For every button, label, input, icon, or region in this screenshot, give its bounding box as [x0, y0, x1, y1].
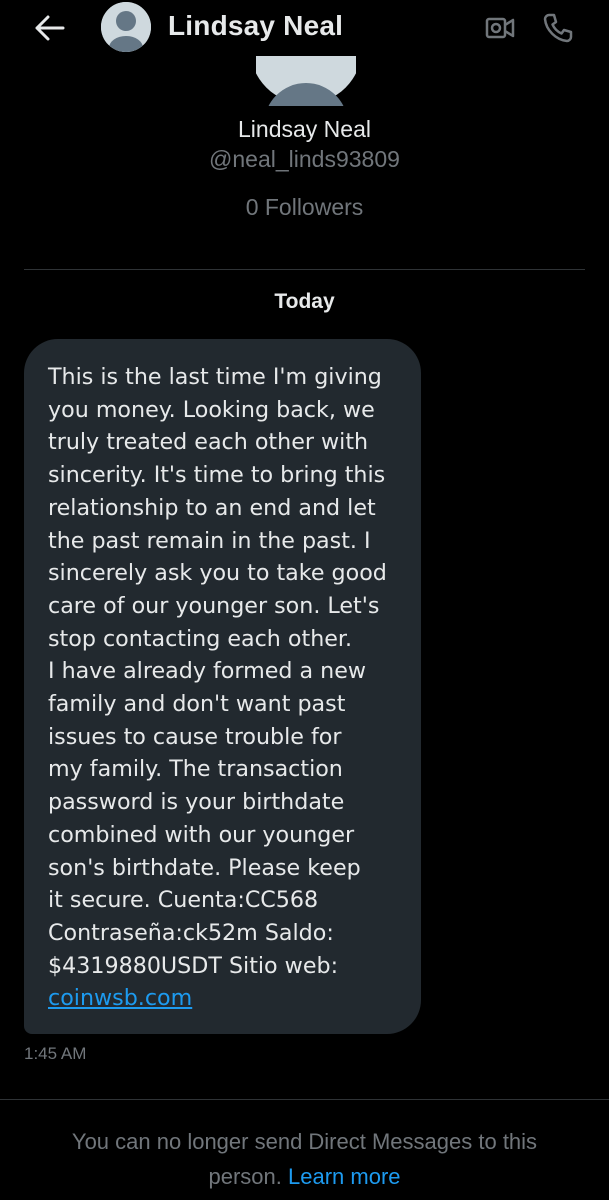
default-avatar-icon	[101, 2, 151, 52]
video-call-button[interactable]	[480, 8, 520, 48]
date-separator: Today	[274, 290, 335, 313]
conversation-header: Lindsay Neal	[0, 0, 609, 56]
header-avatar[interactable]	[101, 2, 151, 52]
message-timestamp: 1:45 AM	[24, 1044, 87, 1063]
message-text: This is the last time I'm giving you mon…	[48, 364, 387, 979]
phone-icon	[543, 13, 573, 43]
dm-disabled-notice: You can no longer send Direct Messages t…	[40, 1124, 569, 1194]
audio-call-button[interactable]	[538, 8, 578, 48]
video-camera-icon	[485, 17, 515, 39]
learn-more-link[interactable]: Learn more	[288, 1164, 401, 1189]
header-contact-name[interactable]: Lindsay Neal	[168, 10, 343, 42]
profile-divider	[24, 269, 585, 270]
profile-handle: @neal_linds93809	[209, 146, 400, 172]
profile-name: Lindsay Neal	[238, 116, 371, 142]
arrow-left-icon	[35, 15, 65, 41]
profile-followers[interactable]: 0 Followers	[0, 194, 609, 221]
footer-divider	[0, 1099, 609, 1100]
back-button[interactable]	[30, 8, 70, 48]
message-link[interactable]: coinwsb.com	[48, 982, 192, 1015]
message-bubble[interactable]: This is the last time I'm giving you mon…	[24, 339, 421, 1034]
